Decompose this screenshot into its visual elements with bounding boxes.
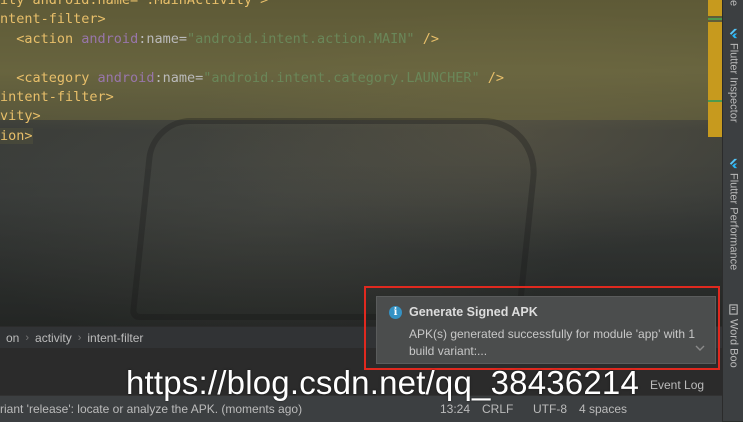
caret-position[interactable]: 13:24 xyxy=(440,402,470,416)
code-area[interactable]: ity android:name=".MainActivity"> ntent-f… xyxy=(0,0,504,146)
book-icon xyxy=(729,304,738,315)
code-line-8: ion> xyxy=(0,127,33,144)
code-line-7: vity> xyxy=(0,108,41,125)
flutter-icon xyxy=(729,158,738,169)
code-line-3: <action android:name="android.intent.act… xyxy=(16,30,439,47)
error-stripe-green-1[interactable] xyxy=(708,18,722,20)
tool-tab-flutter-inspector[interactable]: Flutter Inspector xyxy=(723,28,743,122)
file-encoding[interactable]: UTF-8 xyxy=(533,402,567,416)
code-editor[interactable]: ity android:name=".MainActivity"> ntent-f… xyxy=(0,0,722,326)
breadcrumb-item[interactable]: intent-filter xyxy=(81,331,149,345)
code-line-6: intent-filter> xyxy=(0,88,114,105)
error-stripe-marker[interactable] xyxy=(708,22,722,137)
error-stripe-marker-top[interactable] xyxy=(708,0,722,16)
tool-tab-partial[interactable]: e xyxy=(723,0,743,6)
right-tool-window-bar: e Flutter Inspector Flutter Performance … xyxy=(722,0,743,421)
tool-tab-word-book[interactable]: Word Boo xyxy=(723,304,743,368)
breadcrumb-item[interactable]: activity xyxy=(29,331,78,345)
code-line-5: <category android:name="android.intent.c… xyxy=(16,69,504,86)
event-log-button[interactable]: Event Log xyxy=(650,378,704,392)
breadcrumb-item[interactable]: on xyxy=(0,331,25,345)
status-message[interactable]: riant 'release': locate or analyze the A… xyxy=(0,402,302,416)
event-log-label: Event Log xyxy=(650,378,705,392)
indent-setting[interactable]: 4 spaces xyxy=(579,402,627,416)
tool-tab-flutter-performance[interactable]: Flutter Performance xyxy=(723,158,743,270)
code-line-1: ity android:name=".MainActivity"> xyxy=(0,0,269,8)
flutter-icon xyxy=(729,28,738,39)
line-separator[interactable]: CRLF xyxy=(482,402,513,416)
code-line-2: ntent-filter> xyxy=(0,11,106,28)
highlight-outline xyxy=(364,286,720,370)
watermark-text: https://blog.csdn.net/qq_38436214 xyxy=(126,364,640,401)
error-stripe-green-2[interactable] xyxy=(708,100,722,102)
